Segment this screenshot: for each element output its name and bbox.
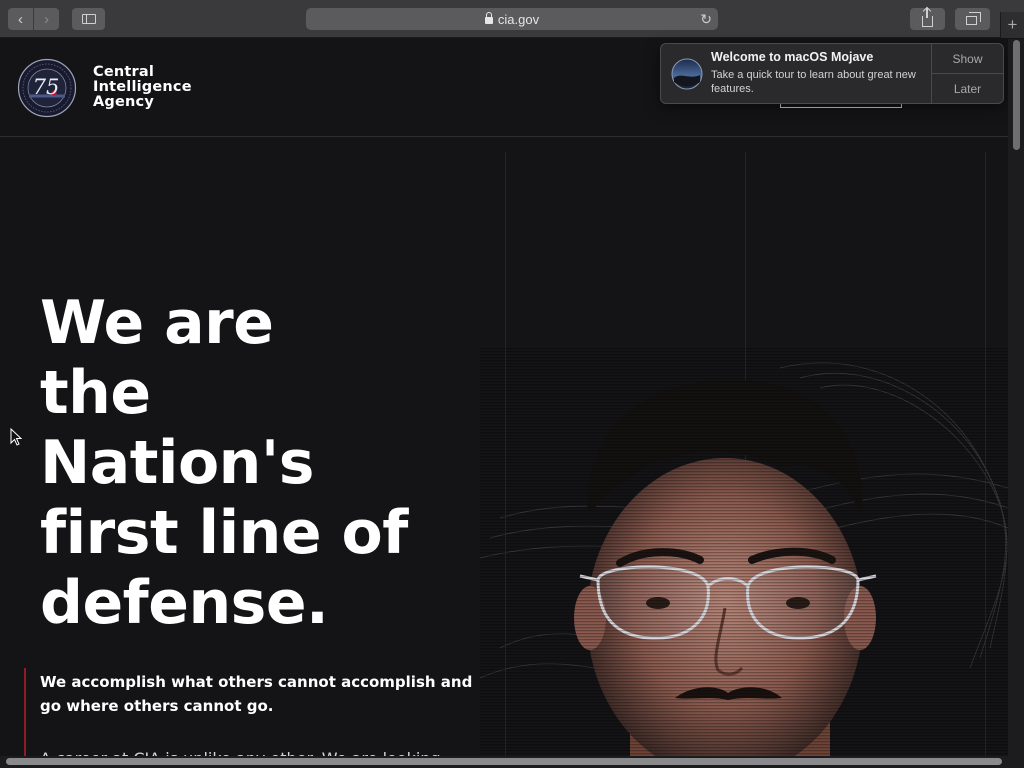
notification-body: Take a quick tour to learn about great n… [711, 69, 916, 95]
show-tabs-button[interactable] [955, 8, 990, 30]
brand-line: Agency [93, 94, 155, 110]
browser-toolbar: ‹ › cia.gov ↻ + [0, 0, 1024, 38]
url-text: cia.gov [497, 11, 540, 27]
hero-section: We are the Nation's first line of defens… [0, 138, 1008, 768]
notification-later-button[interactable]: Later [932, 74, 1003, 104]
lock-icon [484, 12, 493, 24]
sidebar-toggle-button[interactable] [72, 8, 105, 30]
share-icon [922, 7, 933, 27]
accent-bar [24, 668, 26, 768]
new-tab-button[interactable]: + [1000, 12, 1024, 38]
headline-line: first line of [40, 498, 408, 568]
hero-tagline: We accomplish what others cannot accompl… [40, 673, 473, 715]
headline-line: We are [40, 288, 274, 358]
macos-notification[interactable]: Welcome to macOS Mojave Take a quick tou… [660, 43, 1004, 104]
forward-button[interactable]: › [34, 8, 59, 30]
hero-portrait-image [480, 348, 1008, 768]
vertical-scroll-thumb[interactable] [1013, 40, 1020, 150]
mouse-pointer-icon [10, 428, 22, 446]
hero-headline: We are the Nation's first line of defens… [40, 288, 510, 638]
horizontal-scroll-thumb[interactable] [6, 758, 1002, 765]
plus-icon: + [1007, 15, 1018, 34]
reload-icon[interactable]: ↻ [700, 11, 712, 28]
notification-actions: Show Later [931, 44, 1003, 103]
notification-show-button[interactable]: Show [932, 44, 1003, 74]
chevron-right-icon: › [44, 10, 49, 28]
headline-line: the [40, 358, 151, 428]
brand-line: Central [93, 64, 155, 80]
address-bar[interactable]: cia.gov ↻ [306, 8, 718, 30]
notification-title: Welcome to macOS Mojave [711, 50, 874, 64]
share-button[interactable] [910, 7, 945, 30]
headline-line: Nation's [40, 428, 314, 498]
chevron-left-icon: ‹ [18, 10, 23, 28]
cia-seal-logo[interactable]: 75 [17, 58, 77, 118]
seal-number: 75 [33, 75, 60, 99]
headline-line: defense. [40, 568, 329, 638]
sidebar-icon [81, 14, 96, 24]
tabs-icon [965, 12, 981, 25]
brand-name[interactable]: Central Intelligence Agency [93, 65, 192, 110]
brand-line: Intelligence [93, 79, 192, 95]
back-button[interactable]: ‹ [8, 8, 33, 30]
macos-mojave-icon [671, 58, 703, 90]
